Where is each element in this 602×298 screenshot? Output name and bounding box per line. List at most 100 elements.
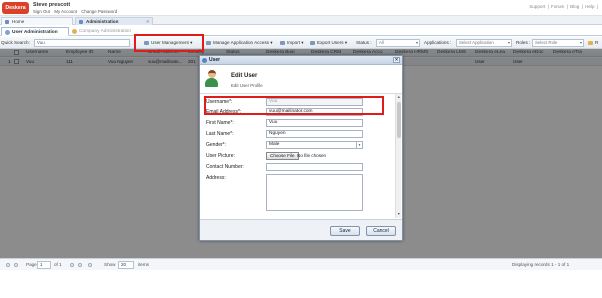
roles-select[interactable]: Select Role ▾ — [532, 39, 584, 47]
gender-select[interactable]: Male ▾ — [266, 141, 363, 149]
dialog-titlebar[interactable]: User ✕ — [200, 56, 402, 65]
scrollbar-thumb[interactable] — [397, 102, 401, 138]
form-scrollbar[interactable]: ▲ ▼ — [395, 94, 401, 218]
gender-label: Gender*: — [206, 142, 227, 148]
admin-icon — [79, 20, 83, 24]
first-name-label: First Name*: — [206, 120, 234, 126]
page-size-select[interactable]: 20 — [118, 261, 134, 269]
deskera-logo[interactable]: Deskera — [2, 2, 29, 14]
bottom-area — [0, 270, 602, 298]
dialog-footer: Save Cancel — [200, 219, 402, 240]
home-icon — [5, 20, 9, 24]
users-icon — [5, 30, 10, 35]
chevron-down-icon: ▾ — [507, 40, 510, 45]
cancel-button[interactable]: Cancel — [366, 226, 396, 236]
export-users-label: Export Users — [317, 40, 344, 45]
support-link[interactable]: Support — [529, 4, 545, 9]
reset-icon — [588, 41, 593, 45]
page-label: Page — [26, 262, 37, 267]
user-name: Steve prescott — [33, 2, 71, 8]
gender-value: Male — [269, 142, 280, 147]
dialog-title: User — [209, 57, 221, 63]
refresh-icon[interactable] — [88, 263, 92, 267]
pagination-bar: Page 1 of 1 Show 20 items Displaying rec… — [0, 258, 602, 270]
status-select[interactable]: All ▾ — [376, 39, 420, 47]
change-password-link[interactable]: Change Password — [81, 9, 117, 14]
address-label: Address: — [206, 175, 226, 181]
import-label: Import — [287, 40, 301, 45]
quick-search-label: Quick Search: — [1, 40, 30, 45]
last-page-icon[interactable] — [78, 263, 82, 267]
toolbar: Quick Search: Vuu User Management ▾ Mana… — [0, 37, 602, 49]
tab-user-administration[interactable]: User Administration — [1, 27, 69, 36]
edit-user-dialog: User ✕ Edit User Edit User Profile Usern… — [199, 55, 403, 241]
page-input[interactable]: 1 — [37, 261, 51, 269]
next-page-icon[interactable] — [70, 263, 74, 267]
close-icon[interactable]: ✕ — [393, 57, 400, 63]
roles-placeholder: Select Role — [535, 40, 558, 45]
tab-administration[interactable]: Administration × — [75, 17, 153, 25]
user-avatar-icon — [205, 70, 218, 87]
contact-field[interactable] — [266, 163, 363, 171]
address-textarea[interactable] — [266, 174, 363, 211]
company-icon — [72, 29, 77, 34]
manage-access-button[interactable]: Manage Application Access ▾ — [205, 39, 277, 47]
applications-label: Applications : — [424, 40, 452, 45]
close-icon[interactable]: × — [146, 18, 149, 25]
tab-user-administration-label: User Administration — [12, 30, 58, 35]
my-account-link[interactable]: My Account — [54, 9, 77, 14]
page-of-label: of 1 — [54, 262, 62, 267]
picture-label: User Picture: — [206, 153, 235, 159]
reset-button[interactable]: R — [587, 39, 601, 47]
applications-placeholder: Select Application — [459, 40, 494, 45]
tab-home[interactable]: Home — [1, 17, 73, 25]
scroll-up-icon[interactable]: ▲ — [397, 95, 401, 99]
highlight-user-management — [134, 34, 204, 52]
status-label: Status : — [356, 40, 372, 45]
no-file-text: No file chosen — [297, 153, 327, 158]
choose-file-button[interactable]: Choose File — [266, 152, 299, 160]
highlight-username — [204, 96, 384, 115]
main-tabs: Home Administration × — [0, 16, 602, 25]
items-label: items — [138, 262, 149, 267]
first-page-icon[interactable] — [6, 263, 10, 267]
separator: | — [547, 4, 549, 9]
import-icon — [280, 41, 285, 45]
show-label: Show — [104, 262, 116, 267]
sub-tabs: User Administration Company Administrati… — [0, 25, 602, 36]
separator: | — [596, 4, 598, 9]
separator: | — [581, 4, 583, 9]
tab-administration-label: Administration — [86, 19, 119, 24]
save-button[interactable]: Save — [330, 226, 360, 236]
status-value: All — [379, 40, 384, 45]
reset-label: R — [595, 40, 599, 45]
quick-search-input[interactable]: Vuu — [34, 39, 130, 47]
dialog-heading: Edit User — [231, 73, 258, 79]
help-link[interactable]: Help — [585, 4, 594, 9]
contact-label: Contact Number: — [206, 164, 244, 170]
manage-access-label: Manage Application Access — [213, 40, 269, 45]
export-icon — [310, 41, 315, 45]
export-users-button[interactable]: Export Users ▾ — [309, 39, 352, 47]
access-icon — [206, 41, 211, 45]
applications-select[interactable]: Select Application ▾ — [456, 39, 512, 47]
roles-label: Roles : — [516, 40, 531, 45]
last-name-field[interactable]: Nguyen — [266, 130, 363, 138]
blog-link[interactable]: Blog — [570, 4, 579, 9]
separator: | — [566, 4, 568, 9]
app-header: Deskera Steve prescott Sign Out My Accou… — [0, 0, 602, 16]
scroll-down-icon[interactable]: ▼ — [397, 212, 401, 216]
displaying-records: Displaying records 1 - 1 of 1 — [512, 262, 570, 267]
tab-company-administration-label: Company Administration — [79, 29, 131, 34]
forum-link[interactable]: Forum — [551, 4, 564, 9]
dialog-subheading: Edit User Profile — [231, 83, 263, 88]
first-name-field[interactable]: Vuu — [266, 119, 363, 127]
chevron-down-icon: ▾ — [579, 40, 582, 45]
sign-out-link[interactable]: Sign Out — [33, 9, 50, 14]
user-icon — [202, 58, 207, 63]
tab-home-label: Home — [12, 19, 25, 24]
prev-page-icon[interactable] — [14, 263, 18, 267]
chevron-down-icon: ▾ — [356, 142, 362, 148]
import-button[interactable]: Import ▾ — [279, 39, 307, 47]
top-links: Support | Forum | Blog | Help | — [528, 4, 598, 9]
